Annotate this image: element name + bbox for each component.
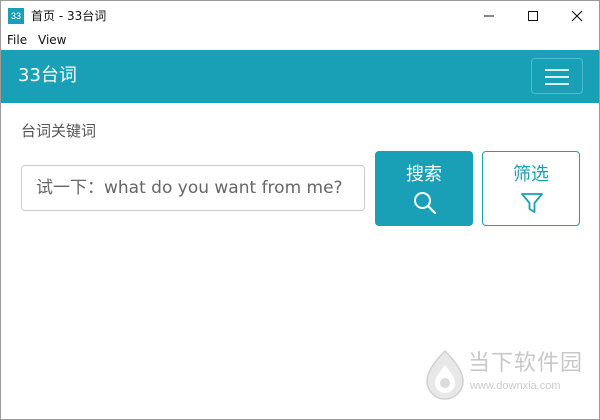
menu-toggle-button[interactable] bbox=[531, 58, 583, 94]
app-icon: 33 bbox=[8, 8, 24, 24]
minimize-icon bbox=[484, 15, 494, 17]
app-window: 33 首页 - 33台词 File View 33台词 台词关键词 搜索 bbox=[0, 0, 600, 420]
watermark-name: 当下软件园 bbox=[468, 351, 584, 376]
app-header: 33台词 bbox=[1, 50, 599, 103]
title-bar[interactable]: 33 首页 - 33台词 bbox=[1, 1, 599, 31]
keyword-search-input[interactable] bbox=[21, 165, 365, 211]
filter-icon bbox=[521, 193, 543, 213]
search-button[interactable]: 搜索 bbox=[375, 151, 473, 226]
watermark: 当下软件园 www.downxia.com bbox=[423, 349, 593, 401]
close-icon bbox=[571, 10, 583, 22]
search-icon bbox=[414, 192, 437, 215]
brand-title[interactable]: 33台词 bbox=[18, 64, 77, 88]
filter-button-label: 筛选 bbox=[513, 164, 549, 185]
menu-bar: File View bbox=[1, 31, 599, 50]
menu-file[interactable]: File bbox=[7, 33, 27, 48]
window-title: 首页 - 33台词 bbox=[31, 9, 107, 23]
minimize-button[interactable] bbox=[467, 1, 511, 31]
maximize-button[interactable] bbox=[511, 1, 555, 31]
watermark-url: www.downxia.com bbox=[470, 380, 561, 392]
maximize-icon bbox=[528, 11, 538, 21]
filter-button[interactable]: 筛选 bbox=[482, 151, 580, 226]
menu-view[interactable]: View bbox=[38, 33, 66, 48]
watermark-logo-icon bbox=[426, 349, 464, 400]
search-button-label: 搜索 bbox=[406, 164, 442, 185]
close-button[interactable] bbox=[555, 1, 599, 31]
keyword-label: 台词关键词 bbox=[21, 122, 97, 140]
